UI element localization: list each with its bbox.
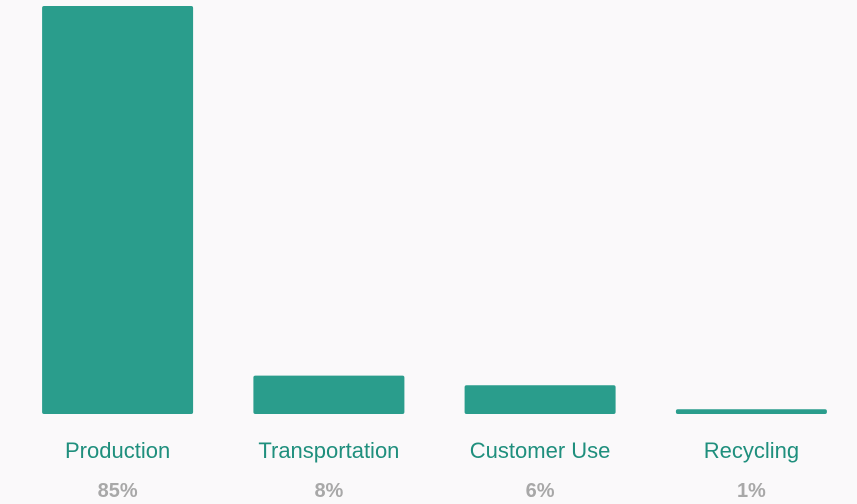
- value-label-production: 85%: [98, 480, 138, 502]
- category-label-customer-use: Customer Use: [470, 438, 611, 463]
- category-labels-group: Production Transportation Customer Use Recy…: [65, 438, 799, 463]
- bar-customer-use: [464, 385, 616, 414]
- category-label-production: Production: [65, 438, 170, 463]
- bar-recycling: [675, 409, 827, 414]
- value-label-recycling: 1%: [737, 480, 766, 502]
- category-label-recycling: Recycling: [704, 438, 799, 463]
- bar-transportation: [253, 375, 405, 414]
- bar-production: [42, 6, 194, 414]
- category-label-transportation: Transportation: [258, 438, 399, 463]
- value-label-customer-use: 6%: [526, 480, 555, 502]
- bars-group: [42, 6, 827, 414]
- value-label-transportation: 8%: [314, 480, 343, 502]
- bar-chart: Production Transportation Customer Use Recy…: [42, 6, 827, 502]
- value-labels-group: 85% 8% 6% 1%: [98, 480, 766, 502]
